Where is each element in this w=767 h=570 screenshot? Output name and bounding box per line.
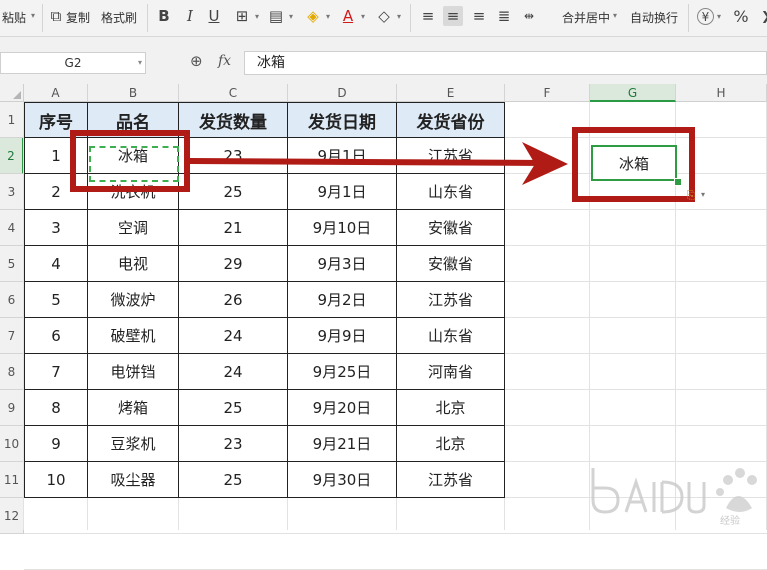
format-painter-button[interactable]: 格式刷 xyxy=(101,9,137,26)
align-right-icon[interactable]: ≡ xyxy=(469,6,489,26)
fx-icon[interactable]: fx xyxy=(218,53,231,69)
arrow-shaft xyxy=(189,158,546,166)
currency-dropdown-caret[interactable]: ▾ xyxy=(717,12,721,21)
name-box-value: G2 xyxy=(64,56,82,70)
eraser-icon[interactable]: ◇ xyxy=(374,6,394,26)
zoom-icon[interactable]: ⊕ xyxy=(190,52,203,70)
svg-text:经验: 经验 xyxy=(720,514,740,526)
border-dropdown-caret[interactable]: ▾ xyxy=(255,12,259,21)
wrap-text-button[interactable]: 自动换行 xyxy=(630,9,678,26)
gridline-horizontal xyxy=(24,533,767,534)
chevron-down-icon[interactable]: ▾ xyxy=(138,53,142,73)
justify-icon[interactable]: ≣ xyxy=(494,6,514,26)
ribbon-divider xyxy=(42,4,43,32)
ribbon-divider xyxy=(410,4,411,32)
copy-button[interactable]: 复制 xyxy=(66,9,90,26)
name-box[interactable]: G2 ▾ xyxy=(0,52,146,74)
font-color-dropdown-caret[interactable]: ▾ xyxy=(361,12,365,21)
fill-color-icon[interactable]: ◈ xyxy=(303,6,323,26)
cell-style-dropdown-caret[interactable]: ▾ xyxy=(289,12,293,21)
percent-button[interactable]: % xyxy=(731,6,751,26)
merge-center-dropdown-caret[interactable]: ▾ xyxy=(613,11,617,20)
align-left-icon[interactable]: ≡ xyxy=(418,6,438,26)
bold-button[interactable]: B xyxy=(154,6,174,26)
ribbon-divider xyxy=(688,4,689,32)
spreadsheet-grid[interactable]: ABCDEFGH 1 2 3 4 5 6 7 8 9 10 11 12 序号 品名 发货数量 发货日期 发货省… xyxy=(0,84,767,570)
font-color-button[interactable]: A xyxy=(338,6,358,26)
ribbon-divider xyxy=(147,4,148,32)
italic-button[interactable]: I xyxy=(180,6,200,26)
fill-color-dropdown-caret[interactable]: ▾ xyxy=(326,12,330,21)
paste-dropdown-caret[interactable]: ▾ xyxy=(31,11,35,20)
merge-center-button[interactable]: 合并居中 xyxy=(562,9,610,26)
align-center-icon[interactable]: ≡ xyxy=(443,6,463,26)
paste-button[interactable]: 粘贴 xyxy=(2,9,26,26)
border-icon[interactable]: ⊞ xyxy=(232,6,252,26)
distributed-align-icon[interactable]: ⇹ xyxy=(519,6,539,26)
thousands-separator-icon[interactable]: ❯ xyxy=(756,6,767,26)
formula-bar: G2 ▾ ⊕ fx 冰箱 xyxy=(0,37,767,84)
ribbon-toolbar: 粘贴 ▾ ⧉ 复制 格式刷 B I U ⊞ ▾ ▤ ▾ ◈ ▾ A ▾ ◇ ▾ … xyxy=(0,0,767,37)
copy-icon[interactable]: ⧉ xyxy=(46,6,66,26)
formula-input[interactable]: 冰箱 xyxy=(244,51,767,75)
currency-button[interactable]: ¥ xyxy=(697,8,714,25)
cell-style-icon[interactable]: ▤ xyxy=(266,6,286,26)
baidu-jingyan-watermark: 经验 xyxy=(591,468,757,526)
underline-button[interactable]: U xyxy=(204,6,224,26)
eraser-dropdown-caret[interactable]: ▾ xyxy=(397,12,401,21)
